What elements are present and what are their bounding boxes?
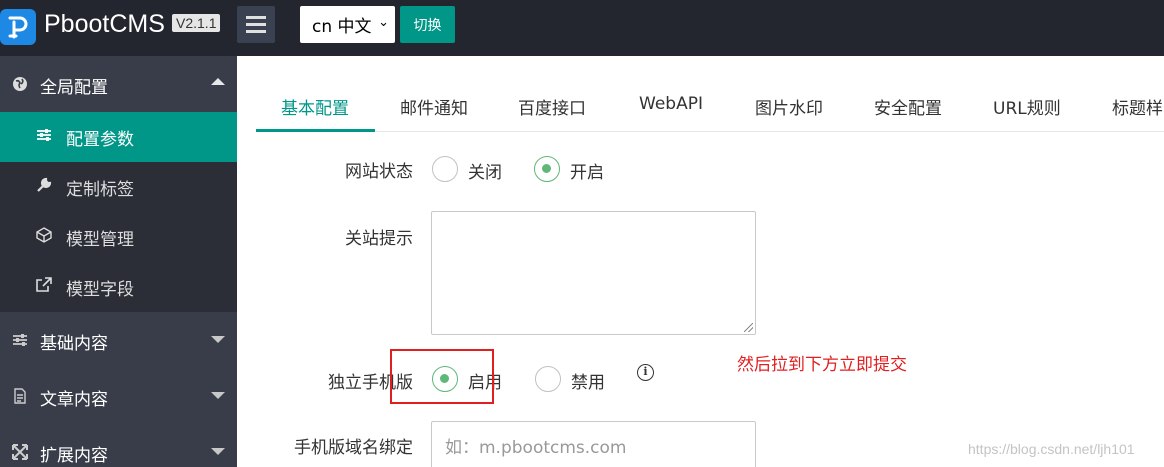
tab-baidu-api[interactable]: 百度接口 — [518, 94, 586, 119]
config-tabs: 基本配置 邮件通知 百度接口 WebAPI 图片水印 安全配置 URL规则 标题… — [256, 81, 1164, 132]
tab-url-rules[interactable]: URL规则 — [993, 94, 1061, 119]
sidebar-group-label: 扩展内容 — [40, 446, 108, 466]
sidebar-item-label: 配置参数 — [66, 130, 134, 150]
top-header: PbootCMS V2.1.1 cn 中文 ⌄ 切换 — [0, 0, 1164, 56]
chevron-down-icon: ⌄ — [378, 15, 389, 30]
tab-basic-config[interactable]: 基本配置 — [281, 94, 349, 119]
tab-email-notify[interactable]: 邮件通知 — [400, 94, 468, 119]
external-link-icon — [36, 277, 54, 297]
language-select-value: cn 中文 — [312, 17, 372, 37]
pbootcms-logo-icon[interactable] — [0, 9, 36, 45]
caret-down-icon — [211, 448, 225, 455]
caret-up-icon — [211, 78, 225, 85]
sidebar-item-label: 模型字段 — [66, 280, 134, 300]
sidebar-group-article-content[interactable]: 文章内容 — [0, 368, 237, 424]
info-icon[interactable]: i — [637, 364, 654, 381]
tab-webapi[interactable]: WebAPI — [639, 94, 703, 114]
brand-name[interactable]: PbootCMS — [44, 10, 165, 39]
cube-icon — [36, 227, 54, 247]
language-select[interactable]: cn 中文 ⌄ — [300, 6, 395, 43]
sliders-icon — [36, 127, 54, 147]
mobile-disable-label[interactable]: 禁用 — [571, 368, 605, 393]
sidebar-item-model-management[interactable]: 模型管理 — [0, 212, 237, 262]
sidebar-group-extended-content[interactable]: 扩展内容 — [0, 424, 237, 467]
highlight-box — [390, 349, 494, 404]
caret-down-icon — [211, 336, 225, 343]
sidebar-group-label: 全局配置 — [40, 78, 108, 98]
caret-down-icon — [211, 392, 225, 399]
sidebar-item-label: 模型管理 — [66, 230, 134, 250]
version-badge: V2.1.1 — [172, 14, 221, 32]
active-tab-underline — [256, 129, 375, 132]
wrench-icon — [36, 177, 54, 197]
mobile-domain-input[interactable]: 如：m.pbootcms.com — [431, 421, 756, 467]
tab-title-style[interactable]: 标题样 — [1112, 94, 1163, 119]
sidebar-item-label: 定制标签 — [66, 180, 134, 200]
file-icon — [12, 388, 28, 404]
watermark-text: https://blog.csdn.net/ljh101 — [968, 441, 1135, 457]
sidebar-group-label: 文章内容 — [40, 390, 108, 410]
hamburger-icon — [246, 16, 266, 19]
tab-security-config[interactable]: 安全配置 — [874, 94, 942, 119]
mobile-domain-label: 手机版域名绑定 — [294, 438, 413, 458]
site-status-on-label[interactable]: 开启 — [570, 158, 604, 183]
site-status-off-radio[interactable] — [432, 156, 458, 182]
sliders-icon — [12, 332, 28, 348]
sidebar-group-global-config[interactable]: 全局配置 — [0, 56, 237, 112]
mobile-disable-radio[interactable] — [535, 366, 561, 392]
site-status-label: 网站状态 — [345, 162, 413, 182]
close-notice-textarea[interactable] — [431, 211, 756, 335]
site-status-on-radio[interactable] — [534, 156, 560, 182]
menu-toggle-button[interactable] — [237, 6, 275, 43]
sidebar-group-label: 基础内容 — [40, 334, 108, 354]
sidebar-item-config-params[interactable]: 配置参数 — [0, 112, 237, 162]
sidebar-item-model-fields[interactable]: 模型字段 — [0, 262, 237, 312]
resize-handle-icon[interactable] — [744, 323, 753, 332]
sidebar: 全局配置 配置参数 定制标签 模型管理 模型字段 基础内容 文章内容 扩展内容 — [0, 56, 237, 467]
site-status-off-label[interactable]: 关闭 — [468, 158, 502, 183]
annotation-text: 然后拉到下方立即提交 — [737, 355, 907, 375]
sidebar-item-custom-tags[interactable]: 定制标签 — [0, 162, 237, 212]
expand-icon — [12, 444, 28, 460]
sidebar-group-basic-content[interactable]: 基础内容 — [0, 312, 237, 368]
switch-language-button[interactable]: 切换 — [400, 6, 455, 43]
globe-icon — [12, 76, 28, 92]
tab-image-watermark[interactable]: 图片水印 — [755, 94, 823, 119]
close-notice-label: 关站提示 — [345, 229, 413, 249]
